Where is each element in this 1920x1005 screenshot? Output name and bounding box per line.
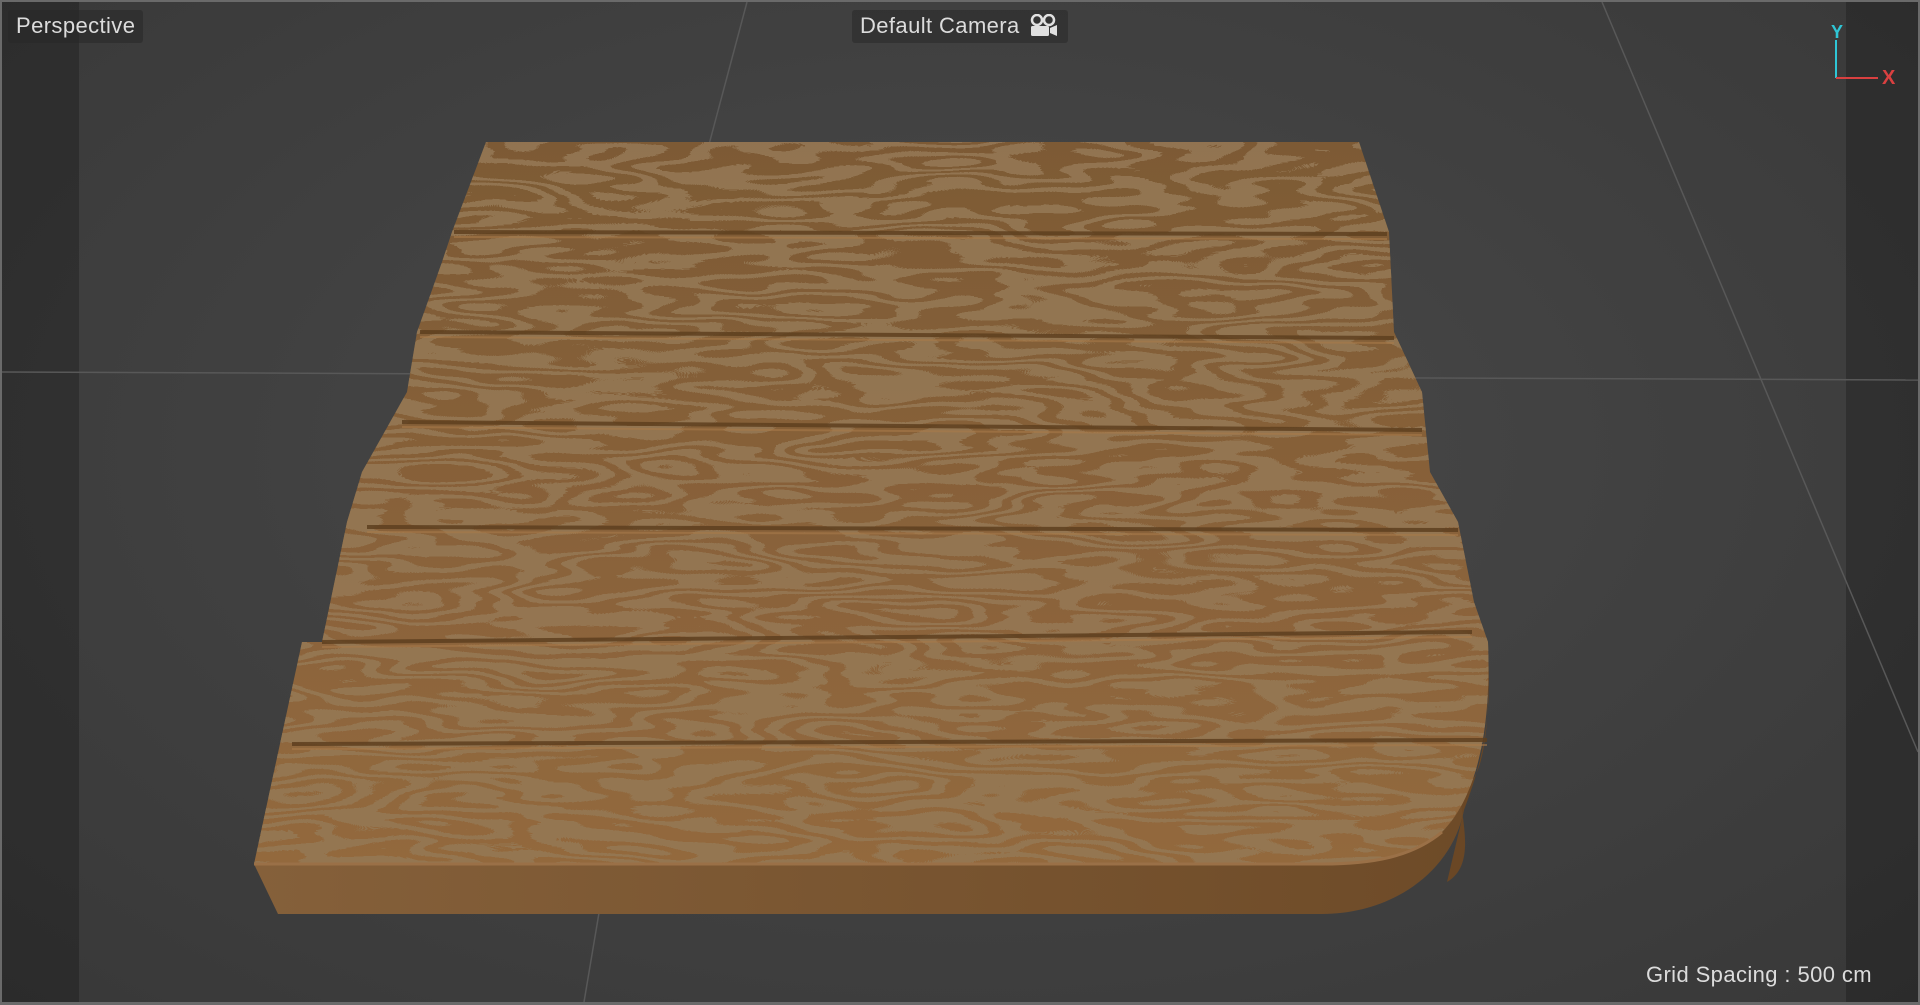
viewport-scene[interactable] <box>2 2 1918 1002</box>
camera-selector[interactable]: Default Camera <box>852 10 1068 43</box>
3d-viewport[interactable]: Perspective Default Camera Y X Grid Spac… <box>0 0 1920 1005</box>
axis-gizmo: Y X <box>1828 20 1908 100</box>
x-axis-label: X <box>1882 67 1896 89</box>
grid-spacing-label: Grid Spacing : 500 cm <box>1645 962 1872 987</box>
view-name-label[interactable]: Perspective <box>8 10 144 43</box>
y-axis-label: Y <box>1831 22 1843 42</box>
camera-icon <box>1028 14 1060 38</box>
camera-name-label: Default Camera <box>860 13 1020 38</box>
floor-block-top-face[interactable] <box>254 142 1489 864</box>
